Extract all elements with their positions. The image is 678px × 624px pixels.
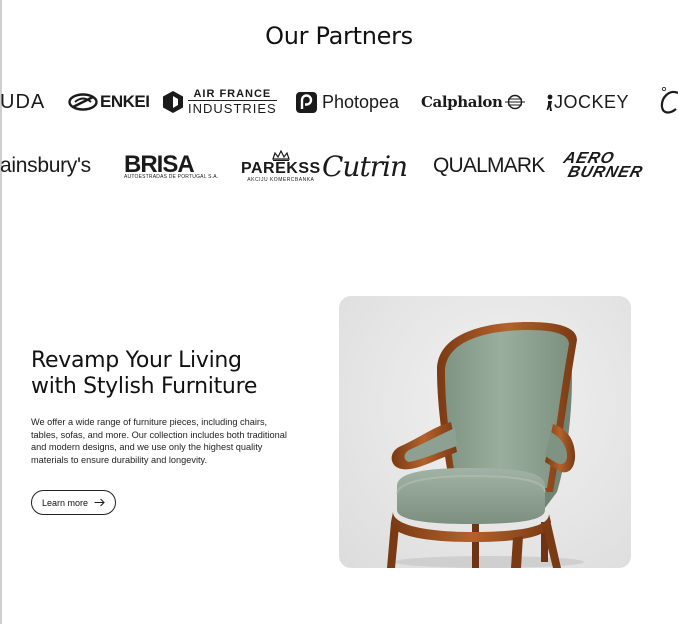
enkei-wordmark: ENKEI — [100, 92, 150, 111]
enkei-emblem-icon — [68, 93, 98, 111]
partner-logo-jockey: JOCKEY — [545, 82, 629, 122]
partner-logo-brisa: BRISA AUTOESTRADAS DE PORTUGAL S.A. — [124, 146, 218, 186]
air-france-wordmark: AIR FRANCE — [193, 88, 272, 100]
calphalon-wordmark: Calphalon — [421, 93, 503, 111]
learn-more-label: Learn more — [41, 497, 89, 508]
partners-logo-row-2: ainsbury's BRISA AUTOESTRADAS DE PORTUGA… — [0, 146, 678, 186]
jockey-wordmark: JOCKEY — [554, 91, 630, 112]
learn-more-button[interactable]: Learn more — [31, 490, 116, 515]
partner-logo-cutrin: Cutrin — [322, 146, 408, 186]
qualmark-wordmark: QUALMARK — [433, 154, 545, 177]
parekss-wordmark: PAREKSS — [241, 159, 321, 177]
partner-logo-air-france-industries: AIR FRANCE INDUSTRIES — [162, 82, 277, 122]
feature-description: We offer a wide range of furniture piece… — [31, 417, 287, 466]
arrow-right-icon — [94, 498, 105, 507]
partner-logo-qualmark: QUALMARK — [433, 146, 545, 186]
photopea-wordmark: Photopea — [322, 91, 400, 112]
partner-logo-sainsburys: ainsbury's — [0, 146, 91, 186]
jockey-figure-icon — [546, 94, 553, 111]
feature-title-line-2: with Stylish Furniture — [31, 374, 258, 399]
partners-logo-row-1: UDA ENKEI AIR FRANCE INDUSTRIES Photopea… — [0, 82, 678, 122]
partner-logo-enkei: ENKEI — [68, 82, 150, 122]
air-france-hexagon-icon — [163, 91, 183, 113]
armchair-image — [387, 322, 584, 568]
parekss-tagline: AKCIJU KOMERCBANKA — [247, 176, 315, 183]
partner-logo-uda: UDA — [0, 82, 45, 122]
uda-wordmark: UDA — [0, 90, 46, 113]
partner-logo-aero-burner: AERO BURNER — [560, 146, 645, 186]
partner-logo-calphalon: Calphalon — [421, 82, 526, 122]
feature-title-line-1: Revamp Your Living — [31, 348, 242, 373]
feature-title: Revamp Your Living with Stylish Furnitur… — [31, 348, 321, 400]
burner-wordmark: BURNER — [565, 164, 645, 181]
calphalon-circle-emblem-icon — [505, 94, 526, 110]
brisa-wordmark: BRISA — [124, 150, 195, 178]
cropped-script-logo-icon — [660, 87, 678, 114]
partner-logo-parekss: PAREKSS AKCIJU KOMERCBANKA — [241, 146, 321, 186]
brisa-tagline: AUTOESTRADAS DE PORTUGAL S.A. — [124, 173, 219, 180]
photopea-icon — [296, 91, 317, 113]
cutrin-wordmark: Cutrin — [322, 149, 408, 183]
partner-logo-partial-cropped — [658, 82, 678, 122]
chair-image-card — [339, 296, 631, 568]
partner-logo-photopea: Photopea — [296, 82, 399, 122]
parekss-crown-icon — [271, 149, 290, 161]
sainsburys-wordmark: ainsbury's — [0, 154, 91, 177]
partners-title: Our Partners — [265, 22, 413, 50]
industries-wordmark: INDUSTRIES — [188, 100, 277, 116]
